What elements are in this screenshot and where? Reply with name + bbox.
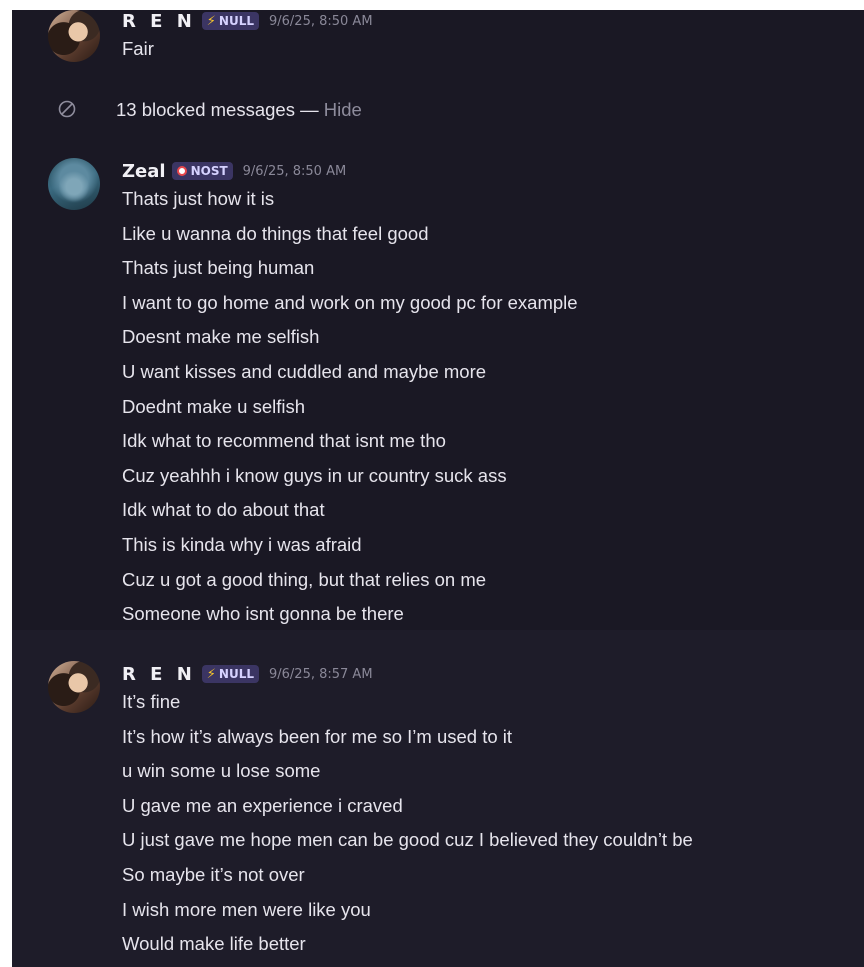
message-line: U gave me an experience i craved (122, 795, 403, 816)
avatar[interactable] (48, 158, 100, 210)
username[interactable]: Zeal (122, 161, 166, 182)
lightning-icon: ⚡ (206, 666, 216, 682)
ring-icon (176, 166, 187, 176)
lightning-icon: ⚡ (206, 13, 216, 29)
message-line: Thats just how it is (122, 188, 275, 209)
message-line: I want to go home and work on my good pc… (122, 292, 578, 313)
user-tag[interactable]: ⚡ NULL (201, 665, 259, 683)
message-line: It’s how it’s always been for me so I’m … (122, 726, 513, 747)
timestamp: 9/6/25, 8:57 AM (269, 666, 373, 682)
message-header: Zeal NOST 9/6/25, 8:50 AM (122, 160, 346, 182)
message-line: Doesnt make me selfish (122, 326, 320, 347)
message-line: Cuz yeahhh i know guys in ur country suc… (122, 465, 507, 486)
timestamp: 9/6/25, 8:50 AM (242, 163, 347, 179)
message-line: It’s fine (122, 691, 181, 712)
hide-blocked-button[interactable]: Hide (324, 99, 362, 120)
username[interactable]: R E N (122, 11, 196, 32)
message-line: Idk what to do about that (122, 499, 325, 520)
username[interactable]: R E N (122, 664, 196, 685)
message-line: u win some u lose some (122, 760, 321, 781)
message-line: U want kisses and cuddled and maybe more (122, 361, 487, 382)
timestamp: 9/6/25, 8:50 AM (269, 13, 373, 29)
message-line: Doednt make u selfish (122, 396, 306, 417)
blocked-messages-text: 13 blocked messages — Hide (116, 92, 362, 128)
message-line: Idk what to recommend that isnt me tho (122, 430, 446, 451)
blocked-icon (58, 100, 76, 118)
avatar[interactable] (48, 661, 100, 713)
message-line: Someone who isnt gonna be there (122, 603, 404, 624)
blocked-count-label: 13 blocked messages — (116, 99, 324, 120)
chat-window: R E N ⚡ NULL 9/6/25, 8:50 AM Fair 13 blo… (12, 10, 864, 967)
message-line: Cuz u got a good thing, but that relies … (122, 569, 487, 590)
user-tag[interactable]: NOST (171, 162, 233, 180)
avatar[interactable] (48, 10, 100, 62)
message-line: U just gave me hope men can be good cuz … (122, 829, 693, 850)
message-line: Like u wanna do things that feel good (122, 223, 429, 244)
message-line: Would make life better (122, 933, 306, 954)
message-header: R E N ⚡ NULL 9/6/25, 8:57 AM (122, 663, 373, 685)
blocked-messages-row: 13 blocked messages — Hide (12, 92, 864, 128)
message-line: This is kinda why i was afraid (122, 534, 362, 555)
tag-label: NULL (218, 667, 254, 681)
user-tag[interactable]: ⚡ NULL (201, 12, 259, 30)
message-line: So maybe it’s not over (122, 864, 305, 885)
message-header: R E N ⚡ NULL 9/6/25, 8:50 AM (122, 10, 373, 32)
tag-label: NULL (218, 14, 254, 28)
message-line: Fair (122, 38, 154, 59)
message-line: Thats just being human (122, 257, 315, 278)
message-line: I wish more men were like you (122, 899, 371, 920)
tag-label: NOST (190, 164, 228, 178)
